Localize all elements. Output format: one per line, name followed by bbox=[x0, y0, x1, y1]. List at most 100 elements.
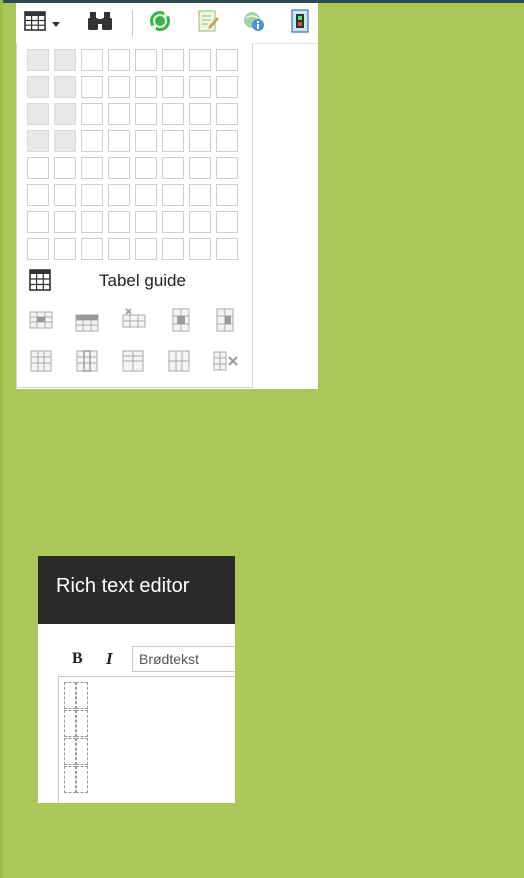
grid-cell[interactable] bbox=[135, 184, 157, 206]
table-cell[interactable] bbox=[76, 710, 88, 737]
grid-cell[interactable] bbox=[135, 211, 157, 233]
grid-cell[interactable] bbox=[54, 103, 76, 125]
grid-cell[interactable] bbox=[162, 184, 184, 206]
rich-text-editor-content[interactable] bbox=[58, 676, 235, 803]
insert-column-after-icon[interactable] bbox=[213, 308, 237, 332]
grid-cell[interactable] bbox=[162, 76, 184, 98]
grid-cell[interactable] bbox=[54, 238, 76, 260]
grid-cell[interactable] bbox=[135, 130, 157, 152]
table-guide-icon bbox=[29, 269, 51, 296]
grid-cell[interactable] bbox=[162, 157, 184, 179]
format-select[interactable]: Brødtekst bbox=[132, 646, 235, 672]
grid-cell[interactable] bbox=[108, 130, 130, 152]
table-guide-item[interactable]: Tabel guide bbox=[27, 267, 247, 293]
grid-cell[interactable] bbox=[189, 157, 211, 179]
table-cell[interactable] bbox=[64, 710, 76, 737]
grid-cell[interactable] bbox=[189, 76, 211, 98]
grid-cell[interactable] bbox=[81, 49, 103, 71]
insert-column-before-icon[interactable] bbox=[169, 308, 193, 332]
grid-cell[interactable] bbox=[189, 184, 211, 206]
grid-cell[interactable] bbox=[162, 49, 184, 71]
grid-cell[interactable] bbox=[162, 238, 184, 260]
grid-cell[interactable] bbox=[216, 238, 238, 260]
grid-cell[interactable] bbox=[27, 130, 49, 152]
cell-properties-icon[interactable] bbox=[75, 349, 99, 373]
table-cell[interactable] bbox=[64, 766, 76, 793]
toolbar-separator bbox=[132, 10, 133, 36]
grid-cell[interactable] bbox=[54, 76, 76, 98]
grid-cell[interactable] bbox=[216, 103, 238, 125]
grid-cell[interactable] bbox=[189, 130, 211, 152]
grid-cell[interactable] bbox=[135, 238, 157, 260]
grid-cell[interactable] bbox=[216, 184, 238, 206]
grid-cell[interactable] bbox=[81, 238, 103, 260]
bold-button[interactable]: B bbox=[72, 650, 83, 668]
grid-cell[interactable] bbox=[81, 211, 103, 233]
grid-cell[interactable] bbox=[81, 103, 103, 125]
editor-toolbar-panel: Tabel guide bbox=[16, 3, 318, 389]
grid-cell[interactable] bbox=[189, 103, 211, 125]
table-cell[interactable] bbox=[76, 682, 88, 709]
column-properties-icon[interactable] bbox=[167, 349, 191, 373]
edit-source-button[interactable] bbox=[196, 9, 220, 35]
insert-row-before-icon[interactable] bbox=[29, 308, 53, 332]
grid-cell[interactable] bbox=[216, 76, 238, 98]
grid-cell[interactable] bbox=[27, 238, 49, 260]
grid-cell[interactable] bbox=[81, 184, 103, 206]
table-properties-icon[interactable] bbox=[29, 349, 53, 373]
grid-cell[interactable] bbox=[135, 103, 157, 125]
grid-cell[interactable] bbox=[108, 238, 130, 260]
table-cell[interactable] bbox=[64, 682, 76, 709]
grid-cell[interactable] bbox=[135, 157, 157, 179]
grid-cell[interactable] bbox=[27, 49, 49, 71]
grid-cell[interactable] bbox=[216, 157, 238, 179]
grid-cell[interactable] bbox=[162, 130, 184, 152]
rich-text-editor: Rich text editor B I Brødtekst bbox=[38, 556, 235, 803]
row-properties-icon[interactable] bbox=[121, 349, 145, 373]
grid-cell[interactable] bbox=[135, 76, 157, 98]
grid-cell[interactable] bbox=[162, 211, 184, 233]
grid-cell[interactable] bbox=[216, 49, 238, 71]
grid-cell[interactable] bbox=[216, 211, 238, 233]
grid-cell[interactable] bbox=[189, 211, 211, 233]
grid-cell[interactable] bbox=[81, 76, 103, 98]
delete-table-icon[interactable] bbox=[213, 349, 238, 373]
table-cell[interactable] bbox=[76, 738, 88, 765]
toolbar bbox=[16, 3, 318, 44]
grid-cell[interactable] bbox=[108, 49, 130, 71]
grid-cell[interactable] bbox=[54, 130, 76, 152]
find-button[interactable] bbox=[86, 11, 114, 35]
grid-cell[interactable] bbox=[108, 184, 130, 206]
grid-cell[interactable] bbox=[54, 49, 76, 71]
delete-row-icon[interactable] bbox=[122, 308, 146, 332]
grid-cell[interactable] bbox=[54, 211, 76, 233]
grid-cell[interactable] bbox=[108, 76, 130, 98]
table-button[interactable] bbox=[24, 10, 64, 36]
grid-cell[interactable] bbox=[189, 238, 211, 260]
film-document-icon bbox=[289, 8, 311, 38]
grid-cell[interactable] bbox=[54, 184, 76, 206]
grid-cell[interactable] bbox=[108, 157, 130, 179]
media-button[interactable] bbox=[288, 8, 312, 38]
grid-cell[interactable] bbox=[27, 184, 49, 206]
insert-row-after-icon[interactable] bbox=[75, 311, 99, 335]
refresh-button[interactable] bbox=[148, 10, 172, 35]
grid-cell[interactable] bbox=[54, 157, 76, 179]
grid-cell[interactable] bbox=[81, 130, 103, 152]
web-info-button[interactable] bbox=[242, 11, 266, 35]
grid-cell[interactable] bbox=[108, 103, 130, 125]
table-grid-icon bbox=[24, 10, 46, 36]
grid-cell[interactable] bbox=[27, 157, 49, 179]
table-cell[interactable] bbox=[64, 738, 76, 765]
grid-cell[interactable] bbox=[135, 49, 157, 71]
grid-cell[interactable] bbox=[27, 103, 49, 125]
grid-cell[interactable] bbox=[216, 130, 238, 152]
grid-cell[interactable] bbox=[189, 49, 211, 71]
grid-cell[interactable] bbox=[27, 211, 49, 233]
grid-cell[interactable] bbox=[108, 211, 130, 233]
italic-button[interactable]: I bbox=[106, 649, 113, 669]
grid-cell[interactable] bbox=[81, 157, 103, 179]
table-cell[interactable] bbox=[76, 766, 88, 793]
grid-cell[interactable] bbox=[27, 76, 49, 98]
grid-cell[interactable] bbox=[162, 103, 184, 125]
